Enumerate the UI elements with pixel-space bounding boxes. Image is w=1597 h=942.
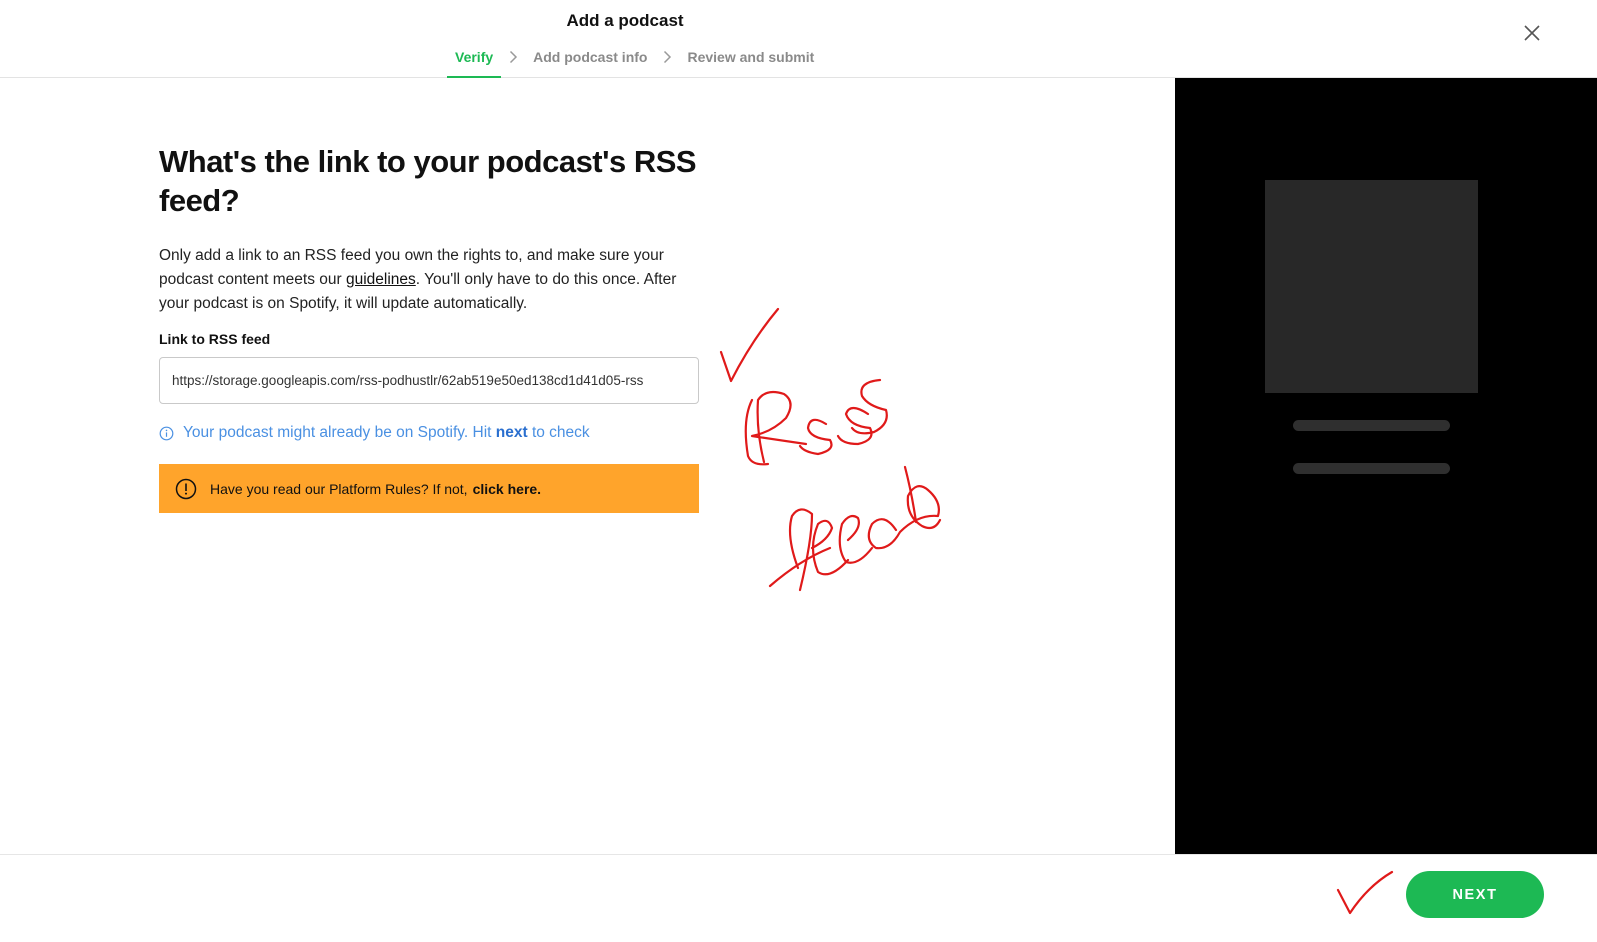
platform-rules-banner: Have you read our Platform Rules? If not… [159, 464, 699, 513]
warning-text: Have you read our Platform Rules? If not… [210, 480, 468, 497]
form-heading: What's the link to your podcast's RSS fe… [159, 144, 697, 218]
page-title: Add a podcast [566, 11, 684, 30]
annotation-feed-text [768, 465, 942, 592]
title-placeholder [1293, 420, 1450, 431]
close-button[interactable] [1519, 20, 1545, 46]
annotation-rss-text [744, 378, 888, 466]
rss-field-label: Link to RSS feed [159, 331, 271, 347]
hint-next: next [495, 424, 528, 441]
next-button[interactable]: NEXT [1406, 871, 1544, 918]
chevron-right-icon [657, 48, 677, 66]
podcast-preview-panel [1175, 78, 1597, 854]
hint-prefix: Your podcast might already be on Spotify… [183, 424, 496, 441]
header: Add a podcast Verify Add podcast info Re… [0, 0, 1597, 78]
cover-art-placeholder [1265, 180, 1478, 393]
subtitle-placeholder [1293, 463, 1450, 474]
close-icon [1524, 25, 1540, 41]
stepper: Verify Add podcast info Review and submi… [447, 48, 822, 78]
info-icon [159, 426, 174, 441]
annotation-checkmark-input [719, 307, 780, 383]
step-verify[interactable]: Verify [447, 48, 502, 78]
hint-suffix: to check [527, 424, 590, 441]
chevron-right-icon [503, 48, 523, 66]
footer: NEXT [0, 854, 1597, 942]
step-review-and-submit[interactable]: Review and submit [679, 48, 822, 78]
form-description: Only add a link to an RSS feed you own t… [159, 244, 704, 316]
warning-icon [175, 478, 197, 500]
guidelines-link[interactable]: guidelines [346, 271, 416, 288]
spotify-hint: Your podcast might already be on Spotify… [159, 422, 590, 444]
add-podcast-page: Add a podcast Verify Add podcast info Re… [0, 0, 1597, 942]
platform-rules-link[interactable]: click here. [473, 481, 542, 497]
rss-feed-input[interactable] [159, 357, 699, 404]
step-add-podcast-info[interactable]: Add podcast info [525, 48, 655, 78]
